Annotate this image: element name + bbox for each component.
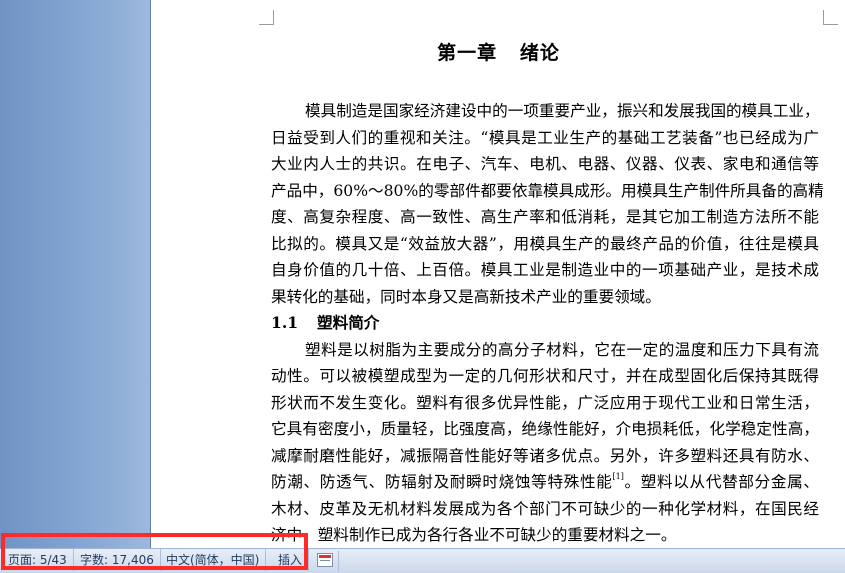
line-text: 果转化的基础，同时本身又是高新技术产业的重要领域。 [271, 287, 661, 306]
workspace-gutter [0, 0, 150, 548]
section-title: 塑料简介 [317, 313, 380, 332]
body-line: 度、高复杂程度、高一致性、高生产率和低消耗，是其它加工制造方法所不能 [271, 204, 819, 231]
document-page[interactable]: 第一章 绪论 模具制造是国家经济建设中的一项重要产业，振兴和发展我国的模具工业，… [150, 0, 845, 548]
citation-marker[interactable]: [1] [613, 472, 624, 481]
macro-record-icon[interactable] [317, 553, 333, 567]
line-text-continued: 。塑料以从代替部分金属、 [623, 473, 819, 491]
body-line: 减摩耐磨性能好，减振隔音性能好等诸多优点。另外，许多塑料还具有防水、 [271, 443, 819, 470]
page-count-indicator[interactable]: 页面: 5/43 [2, 549, 74, 571]
line-text: 减摩耐磨性能好，减振隔音性能好等诸多优点。另外，许多塑料还具有防水、 [271, 446, 819, 465]
language-indicator[interactable]: 中文(简体，中国) [160, 549, 267, 571]
body-line: 它具有密度小，质量轻，比强度高，绝缘性能好，介电损耗低，化学稳定性高， [271, 416, 819, 443]
line-text: 大业内人士的共识。在电子、汽车、电机、电器、仪器、仪表、家电和通信等 [271, 155, 819, 173]
line-text: 形状而不发生变化。塑料有很多优异性能，广泛应用于现代工业和日常生活， [271, 393, 819, 412]
insert-mode-indicator[interactable]: 插入 [272, 549, 310, 571]
chapter-title: 第一章 绪论 [437, 42, 560, 64]
line-text: 比拟的。模具又是“效益放大器”，用模具生产的最终产品的价值，往往是模具 [271, 234, 819, 253]
line-text: 木材、皮革及无机材料发展成为各个部门不可缺少的一种化学材料，在国民经 [271, 499, 819, 518]
line-text: 动性。可以被模塑成型为一定的几何形状和尺寸，并在成型固化后保持其既得 [271, 367, 819, 385]
body-line: 自身价值的几十倍、上百倍。模具工业是制造业中的一项基础产业，是技术成 [271, 257, 819, 284]
body-line: 济中，塑料制作已成为各行各业不可缺少的重要材料之一。 [271, 522, 819, 548]
crop-mark-top-left [259, 10, 274, 25]
line-text: 自身价值的几十倍、上百倍。模具工业是制造业中的一项基础产业，是技术成 [271, 261, 819, 279]
word-count-indicator[interactable]: 字数: 17,406 [74, 549, 161, 571]
line-text: 模具制造是国家经济建设中的一项重要产业，振兴和发展我国的模具工业， [305, 102, 820, 120]
body-line: 木材、皮革及无机材料发展成为各个部门不可缺少的一种化学材料，在国民经 [271, 496, 819, 523]
line-text: 产品中，60%～80%的零部件都要依靠模具成形。用模具生产制件所具备的高精 [271, 181, 824, 200]
line-text: 防潮、防透气、防辐射及耐瞬时烧蚀等特殊性能 [271, 473, 613, 491]
line-text: 塑料是以树脂为主要成分的高分子材料，它在一定的温度和压力下具有流 [305, 340, 819, 359]
body-line: 比拟的。模具又是“效益放大器”，用模具生产的最终产品的价值，往往是模具 [271, 231, 819, 258]
section-number: 1.1 [271, 313, 299, 332]
body-line: 模具制造是国家经济建设中的一项重要产业，振兴和发展我国的模具工业， [271, 98, 820, 125]
body-line: 产品中，60%～80%的零部件都要依靠模具成形。用模具生产制件所具备的高精 [271, 178, 824, 205]
body-line: 果转化的基础，同时本身又是高新技术产业的重要领域。 [271, 284, 819, 311]
document-body[interactable]: 模具制造是国家经济建设中的一项重要产业，振兴和发展我国的模具工业， 日益受到人们的… [271, 98, 824, 548]
status-divider [338, 551, 339, 571]
body-line: 动性。可以被模塑成型为一定的几何形状和尺寸，并在成型固化后保持其既得 [271, 363, 819, 390]
body-line: 大业内人士的共识。在电子、汽车、电机、电器、仪器、仪表、家电和通信等 [271, 151, 819, 178]
line-text: 济中，塑料制作已成为各行各业不可缺少的重要材料之一。 [271, 526, 677, 544]
section-heading: 1.1 塑料简介 [271, 310, 819, 337]
body-line: 形状而不发生变化。塑料有很多优异性能，广泛应用于现代工业和日常生活， [271, 390, 819, 417]
status-bar: 页面: 5/43 字数: 17,406 中文(简体，中国) 插入 [0, 548, 845, 573]
line-text: 它具有密度小，质量轻，比强度高，绝缘性能好，介电损耗低，化学稳定性高， [271, 420, 819, 438]
body-line: 防潮、防透气、防辐射及耐瞬时烧蚀等特殊性能[1]。塑料以从代替部分金属、 [271, 469, 819, 496]
body-line: 日益受到人们的重视和关注。“模具是工业生产的基础工艺装备”也已经成为广 [271, 125, 819, 152]
body-line: 塑料是以树脂为主要成分的高分子材料，它在一定的温度和压力下具有流 [271, 337, 819, 364]
line-text: 日益受到人们的重视和关注。“模具是工业生产的基础工艺装备”也已经成为广 [271, 128, 819, 147]
line-text: 度、高复杂程度、高一致性、高生产率和低消耗，是其它加工制造方法所不能 [271, 208, 819, 226]
crop-mark-top-right [823, 10, 838, 25]
